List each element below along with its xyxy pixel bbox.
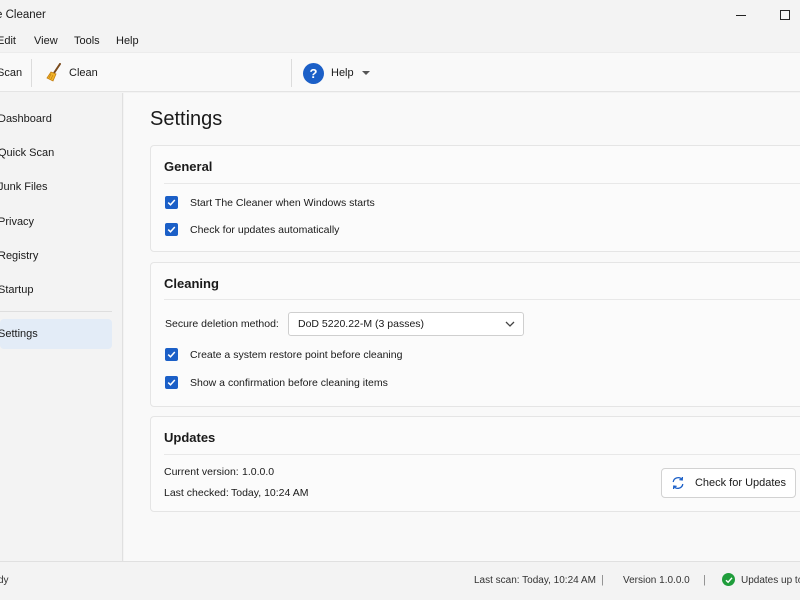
checkbox-label: Create a system restore point before cle… [190, 348, 403, 361]
help-button-label: Help [331, 67, 354, 79]
chevron-down-icon [361, 71, 370, 75]
broom-icon [46, 63, 61, 82]
chevron-down-icon [505, 321, 515, 327]
section-divider [164, 183, 800, 184]
sidebar-item-dashboard[interactable]: Dashboard [0, 104, 112, 134]
cleaning-section: Cleaning Secure deletion method: DoD 522… [150, 262, 800, 407]
sidebar-item-label: Registry [0, 250, 39, 262]
updates-status: Updates up to [741, 575, 800, 586]
clean-button[interactable]: Clean [45, 59, 98, 87]
maximize-button[interactable] [762, 0, 800, 30]
help-button[interactable]: ? Help [303, 59, 370, 87]
window-title: e Cleaner [0, 9, 46, 21]
page-title: Settings [150, 108, 223, 130]
maximize-icon [780, 10, 790, 20]
current-version-value: 1.0.0.0 [242, 466, 275, 478]
status-bar: dy Last scan: Today, 10:24 AM | Version … [0, 561, 800, 600]
general-section: General Start The Cleaner when Windows s… [150, 145, 800, 252]
section-divider [164, 299, 800, 300]
sidebar-divider [0, 311, 112, 312]
status-text: dy [0, 575, 9, 586]
toolbar-divider [291, 59, 292, 87]
last-checked-value: Today, 10:24 AM [231, 487, 309, 499]
sidebar-item-label: Settings [0, 328, 38, 340]
checkbox-label: Check for updates automatically [190, 223, 340, 236]
updates-section: Updates Current version: 1.0.0.0 Last ch… [150, 416, 800, 512]
toolbar: Scan Clean ? Help [0, 52, 800, 92]
confirm-clean-checkbox[interactable]: Show a confirmation before cleaning item… [165, 376, 388, 389]
menu-edit[interactable]: Edit [0, 35, 16, 47]
restore-point-checkbox[interactable]: Create a system restore point before cle… [165, 348, 402, 361]
minimize-icon [736, 14, 746, 16]
menu-bar: Edit View Tools Help [0, 30, 800, 52]
auto-update-checkbox[interactable]: Check for updates automatically [165, 223, 339, 236]
menu-view[interactable]: View [34, 35, 58, 47]
status-separator: | [703, 574, 706, 586]
current-version-label: Current version: [164, 466, 239, 478]
clean-button-label: Clean [69, 67, 98, 79]
sidebar-item-label: Dashboard [0, 113, 52, 125]
sidebar-item-privacy[interactable]: Privacy [0, 207, 112, 237]
checkbox-checked-icon [165, 376, 178, 389]
select-value: DoD 5220.22-M (3 passes) [298, 318, 425, 330]
section-title: Updates [164, 430, 216, 445]
help-icon: ? [303, 62, 324, 84]
sidebar-item-label: Quick Scan [0, 147, 55, 159]
status-separator: | [601, 574, 604, 586]
refresh-icon [672, 476, 684, 490]
checkbox-checked-icon [165, 223, 178, 236]
title-bar: e Cleaner [0, 0, 800, 30]
sidebar: Dashboard Quick Scan Junk Files Privacy … [0, 93, 123, 561]
sidebar-item-startup[interactable]: Startup [0, 275, 112, 305]
section-title: Cleaning [164, 276, 219, 291]
last-checked-label: Last checked: [164, 487, 229, 499]
check-for-updates-button[interactable]: Check for Updates [661, 468, 796, 498]
scan-button[interactable]: Scan [0, 59, 22, 87]
checkbox-label: Show a confirmation before cleaning item… [190, 376, 388, 389]
sidebar-item-settings[interactable]: Settings [0, 319, 112, 349]
section-divider [164, 454, 800, 455]
version-status: Version 1.0.0.0 [623, 575, 690, 586]
checkbox-checked-icon [165, 196, 178, 209]
sidebar-item-label: Privacy [0, 216, 35, 228]
last-scan-status: Last scan: Today, 10:24 AM [474, 575, 596, 586]
deletion-method-label: Secure deletion method: [165, 318, 279, 330]
checkbox-checked-icon [165, 348, 178, 361]
sidebar-item-label: Junk Files [0, 181, 48, 193]
deletion-method-select[interactable]: DoD 5220.22-M (3 passes) [288, 312, 524, 336]
sidebar-item-junk-files[interactable]: Junk Files [0, 172, 112, 202]
section-title: General [164, 159, 213, 174]
sidebar-item-quick-scan[interactable]: Quick Scan [0, 138, 112, 168]
check-circle-icon [722, 573, 735, 586]
menu-help[interactable]: Help [116, 35, 139, 47]
main-content: Settings General Start The Cleaner when … [124, 93, 800, 561]
sidebar-item-label: Startup [0, 284, 34, 296]
sidebar-item-registry[interactable]: Registry [0, 241, 112, 271]
check-for-updates-label: Check for Updates [694, 477, 787, 489]
checkbox-label: Start The Cleaner when Windows starts [190, 196, 375, 209]
toolbar-divider [31, 59, 32, 87]
scan-button-label: Scan [0, 67, 23, 79]
minimize-button[interactable] [718, 0, 764, 30]
menu-tools[interactable]: Tools [74, 35, 100, 47]
start-with-windows-checkbox[interactable]: Start The Cleaner when Windows starts [165, 196, 375, 209]
